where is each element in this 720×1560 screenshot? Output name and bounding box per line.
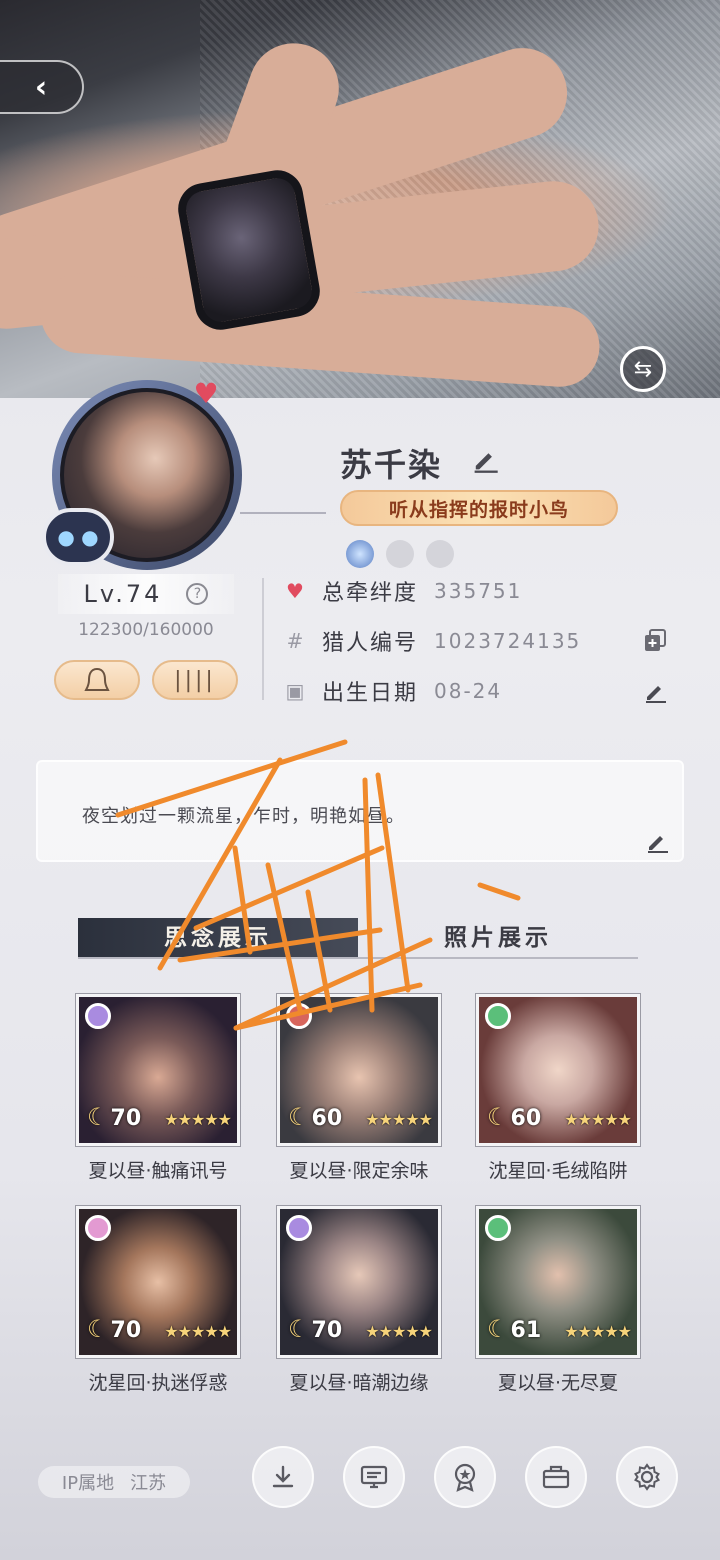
card-image: ☾70 ★★★★★ (276, 1205, 442, 1359)
ip-location-badge: IP属地 江苏 (38, 1466, 190, 1498)
moon-icon: ☾ (487, 1103, 509, 1131)
card-name: 夏以昼·暗潮边缘 (289, 1372, 429, 1394)
card-level: ☾70 (87, 1103, 142, 1131)
player-name: 苏千染 (340, 446, 443, 484)
badge-slot-empty[interactable] (386, 540, 414, 568)
ip-value: 江苏 (130, 1473, 167, 1494)
cake-icon: ▣ (285, 679, 305, 703)
profile-banner-photo[interactable] (0, 0, 720, 398)
star-rating-icon: ★★★★★ (564, 1110, 632, 1129)
edit-birthday-icon[interactable] (642, 678, 668, 704)
gear-icon (634, 1463, 660, 1491)
stat-birthday: ▣ 出生日期 08-24 (284, 674, 502, 708)
card-level: ☾61 (487, 1315, 542, 1343)
card-image: ☾60 ★★★★★ (475, 993, 641, 1147)
signature-box[interactable]: 夜空划过一颗流星，乍时，明艳如昼。 (36, 760, 684, 862)
vertical-divider (262, 578, 264, 700)
ip-label: IP属地 (61, 1473, 115, 1494)
copy-icon[interactable] (642, 628, 668, 654)
star-rating-icon: ★★★★★ (564, 1322, 632, 1341)
gem-icon (286, 1003, 312, 1029)
back-button[interactable]: ‹ (0, 60, 84, 114)
star-rating-icon: ★★★★★ (164, 1322, 232, 1341)
card-image: ☾60 ★★★★★ (276, 993, 442, 1147)
card-name: 夏以昼·无尽夏 (497, 1372, 619, 1394)
message-board-button[interactable] (343, 1446, 405, 1508)
card-image: ☾70 ★★★★★ (75, 993, 241, 1147)
stat-hunter-id: # 猎人编号 1023724135 (284, 624, 581, 658)
hash-icon: # (286, 629, 304, 653)
female-silhouette-icon (84, 667, 110, 691)
card-name: 沈星回·执迷俘惑 (88, 1372, 228, 1394)
card-level: ☾60 (487, 1103, 542, 1131)
gem-icon (85, 1003, 111, 1029)
message-board-icon (360, 1465, 388, 1489)
stat-value: 08-24 (434, 679, 503, 703)
heart-icon: ♥ (193, 377, 219, 410)
gem-icon (485, 1215, 511, 1241)
badge-slot-icon[interactable] (346, 540, 374, 568)
moon-icon: ☾ (487, 1315, 509, 1343)
gem-icon (286, 1215, 312, 1241)
badge-slot-empty[interactable] (426, 540, 454, 568)
download-icon (272, 1465, 294, 1488)
voice-wave-icon: |||| (174, 667, 216, 693)
avatar-connector-line (240, 512, 326, 514)
briefcase-button[interactable] (525, 1446, 587, 1508)
card-level: ☾60 (288, 1103, 343, 1131)
level-value: Lv.74 (83, 580, 163, 608)
heart-icon: ♥ (286, 579, 304, 603)
card-name: 沈星回·毛绒陷阱 (488, 1160, 628, 1182)
memory-card[interactable]: ☾60 ★★★★★ 沈星回·毛绒陷阱 (475, 993, 641, 1183)
level-display: Lv.74 ? (58, 574, 234, 614)
gem-icon (485, 1003, 511, 1029)
memory-card[interactable]: ☾60 ★★★★★ 夏以昼·限定余味 (276, 993, 442, 1183)
star-rating-icon: ★★★★★ (164, 1110, 232, 1129)
memory-card[interactable]: ☾61 ★★★★★ 夏以昼·无尽夏 (475, 1205, 641, 1395)
card-level: ☾70 (288, 1315, 343, 1343)
card-level: ☾70 (87, 1315, 142, 1343)
stat-value: 1023724135 (434, 629, 582, 653)
card-image: ☾70 ★★★★★ (75, 1205, 241, 1359)
moon-icon: ☾ (87, 1315, 109, 1343)
help-icon[interactable]: ? (186, 583, 209, 605)
companion-bot-icon[interactable]: ● ● (42, 508, 114, 566)
tab-photo-showcase[interactable]: 照片展示 (358, 918, 638, 958)
tab-underline (78, 957, 638, 959)
medal-button[interactable] (434, 1446, 496, 1508)
card-name: 夏以昼·触痛讯号 (88, 1160, 228, 1182)
stat-label: 猎人编号 (322, 631, 419, 656)
edit-name-icon[interactable] (470, 444, 500, 474)
moon-icon: ☾ (87, 1103, 109, 1131)
medal-icon (454, 1463, 476, 1492)
card-image: ☾61 ★★★★★ (475, 1205, 641, 1359)
download-button[interactable] (252, 1446, 314, 1508)
memory-card[interactable]: ☾70 ★★★★★ 沈星回·执迷俘惑 (75, 1205, 241, 1395)
title-badge[interactable]: 听从指挥的报时小鸟 (340, 490, 618, 526)
moon-icon: ☾ (288, 1315, 310, 1343)
briefcase-icon (542, 1465, 570, 1489)
stat-label: 出生日期 (322, 681, 419, 706)
stat-bond: ♥ 总牵绊度 335751 (284, 574, 522, 608)
banner-ring (174, 166, 324, 334)
swap-banner-button[interactable]: ⇆ (620, 346, 666, 392)
gem-icon (85, 1215, 111, 1241)
star-rating-icon: ★★★★★ (365, 1110, 433, 1129)
star-rating-icon: ★★★★★ (365, 1322, 433, 1341)
voice-button[interactable]: |||| (152, 660, 238, 700)
tab-memory-showcase[interactable]: 思念展示 (78, 918, 358, 958)
moon-icon: ☾ (288, 1103, 310, 1131)
stat-label: 总牵绊度 (322, 581, 419, 606)
memory-card[interactable]: ☾70 ★★★★★ 夏以昼·触痛讯号 (75, 993, 241, 1183)
exp-progress: 122300/160000 (78, 620, 214, 640)
memory-card[interactable]: ☾70 ★★★★★ 夏以昼·暗潮边缘 (276, 1205, 442, 1395)
appearance-button[interactable] (54, 660, 140, 700)
swap-arrows-icon: ⇆ (633, 356, 653, 382)
back-arrow-icon: ‹ (34, 69, 48, 105)
card-name: 夏以昼·限定余味 (289, 1160, 429, 1182)
stat-value: 335751 (434, 579, 523, 603)
signature-text: 夜空划过一颗流星，乍时，明艳如昼。 (82, 806, 405, 827)
edit-signature-icon[interactable] (644, 828, 670, 854)
settings-button[interactable] (616, 1446, 678, 1508)
